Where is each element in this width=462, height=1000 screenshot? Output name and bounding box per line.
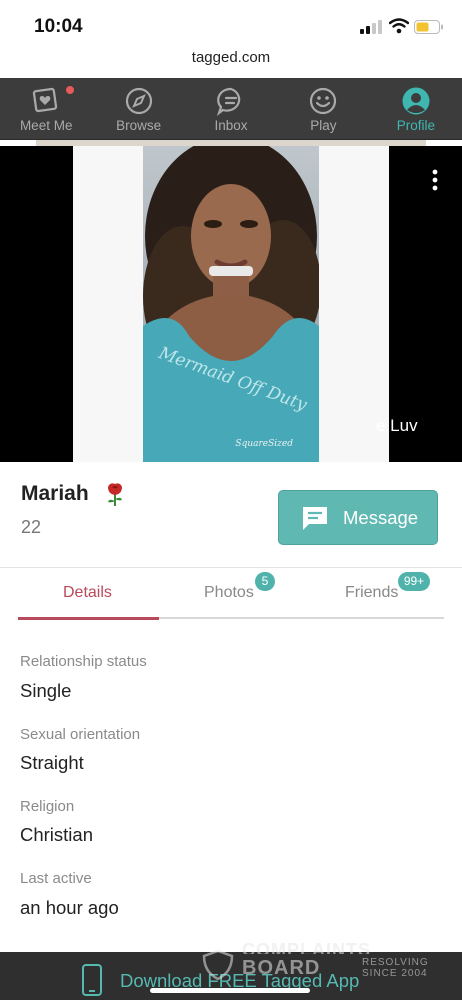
nav-label-inbox: Inbox <box>214 118 248 133</box>
friends-count-badge: 99+ <box>398 572 430 591</box>
detail-value-religion: Christian <box>20 824 93 845</box>
compass-icon <box>125 87 152 115</box>
profile-photo-image: Mermaid Off Duty SquareSized <box>143 146 319 462</box>
nav-label-profile: Profile <box>396 118 435 133</box>
active-tab-underline <box>18 617 159 620</box>
profile-age: 22 <box>21 517 42 537</box>
smiley-icon <box>310 87 337 115</box>
profile-icon <box>402 87 430 115</box>
profile-tabs: Details Photos 5 Friends 99+ <box>18 568 444 620</box>
signal-icon <box>360 20 382 34</box>
wifi-icon <box>389 18 409 34</box>
nav-item-meet-me[interactable]: Meet Me <box>0 78 92 139</box>
detail-value-relationship: Single <box>20 680 72 701</box>
tab-photos[interactable]: Photos <box>204 584 254 602</box>
nav-label-play: Play <box>310 118 337 133</box>
nav-item-play[interactable]: Play <box>277 78 369 139</box>
nav-label-meet-me: Meet Me <box>19 118 73 133</box>
home-indicator <box>150 988 310 993</box>
photo-signature: SquareSized <box>235 439 293 449</box>
message-button[interactable]: Message <box>278 490 438 545</box>
phone-icon <box>82 964 102 996</box>
tab-details[interactable]: Details <box>63 584 112 602</box>
detail-value-last-active: an hour ago <box>20 897 119 918</box>
rose-icon <box>108 483 122 506</box>
detail-label-relationship: Relationship status <box>20 653 147 670</box>
photo-caption: e Luv <box>376 416 418 435</box>
status-time: 10:04 <box>34 16 83 37</box>
tab-friends[interactable]: Friends <box>345 584 398 602</box>
meet-me-icon <box>33 87 58 113</box>
detail-label-orientation: Sexual orientation <box>20 726 141 743</box>
battery-icon <box>414 20 443 34</box>
nav-item-browse[interactable]: Browse <box>92 78 184 139</box>
notification-dot <box>66 86 74 94</box>
chat-icon <box>216 87 241 116</box>
top-nav: Meet Me Browse Inbox Play Profile <box>0 78 462 140</box>
detail-label-religion: Religion <box>20 798 75 815</box>
detail-value-orientation: Straight <box>20 752 84 773</box>
nav-label-browse: Browse <box>116 118 162 133</box>
detail-label-last-active: Last active <box>20 870 92 887</box>
message-icon <box>303 506 327 530</box>
url-bar[interactable]: tagged.com <box>0 46 462 78</box>
nav-item-profile[interactable]: Profile <box>370 78 462 139</box>
message-button-label: Message <box>343 506 419 528</box>
status-bar: 10:04 <box>0 0 462 46</box>
profile-name: Mariah <box>21 482 89 505</box>
photos-count-badge: 5 <box>255 572 275 591</box>
profile-photo-area[interactable]: Mermaid Off Duty SquareSized e Luv <box>0 146 462 462</box>
nav-item-inbox[interactable]: Inbox <box>185 78 277 139</box>
more-options-icon[interactable] <box>428 168 442 192</box>
profile-photo[interactable]: Mermaid Off Duty SquareSized <box>143 146 319 462</box>
